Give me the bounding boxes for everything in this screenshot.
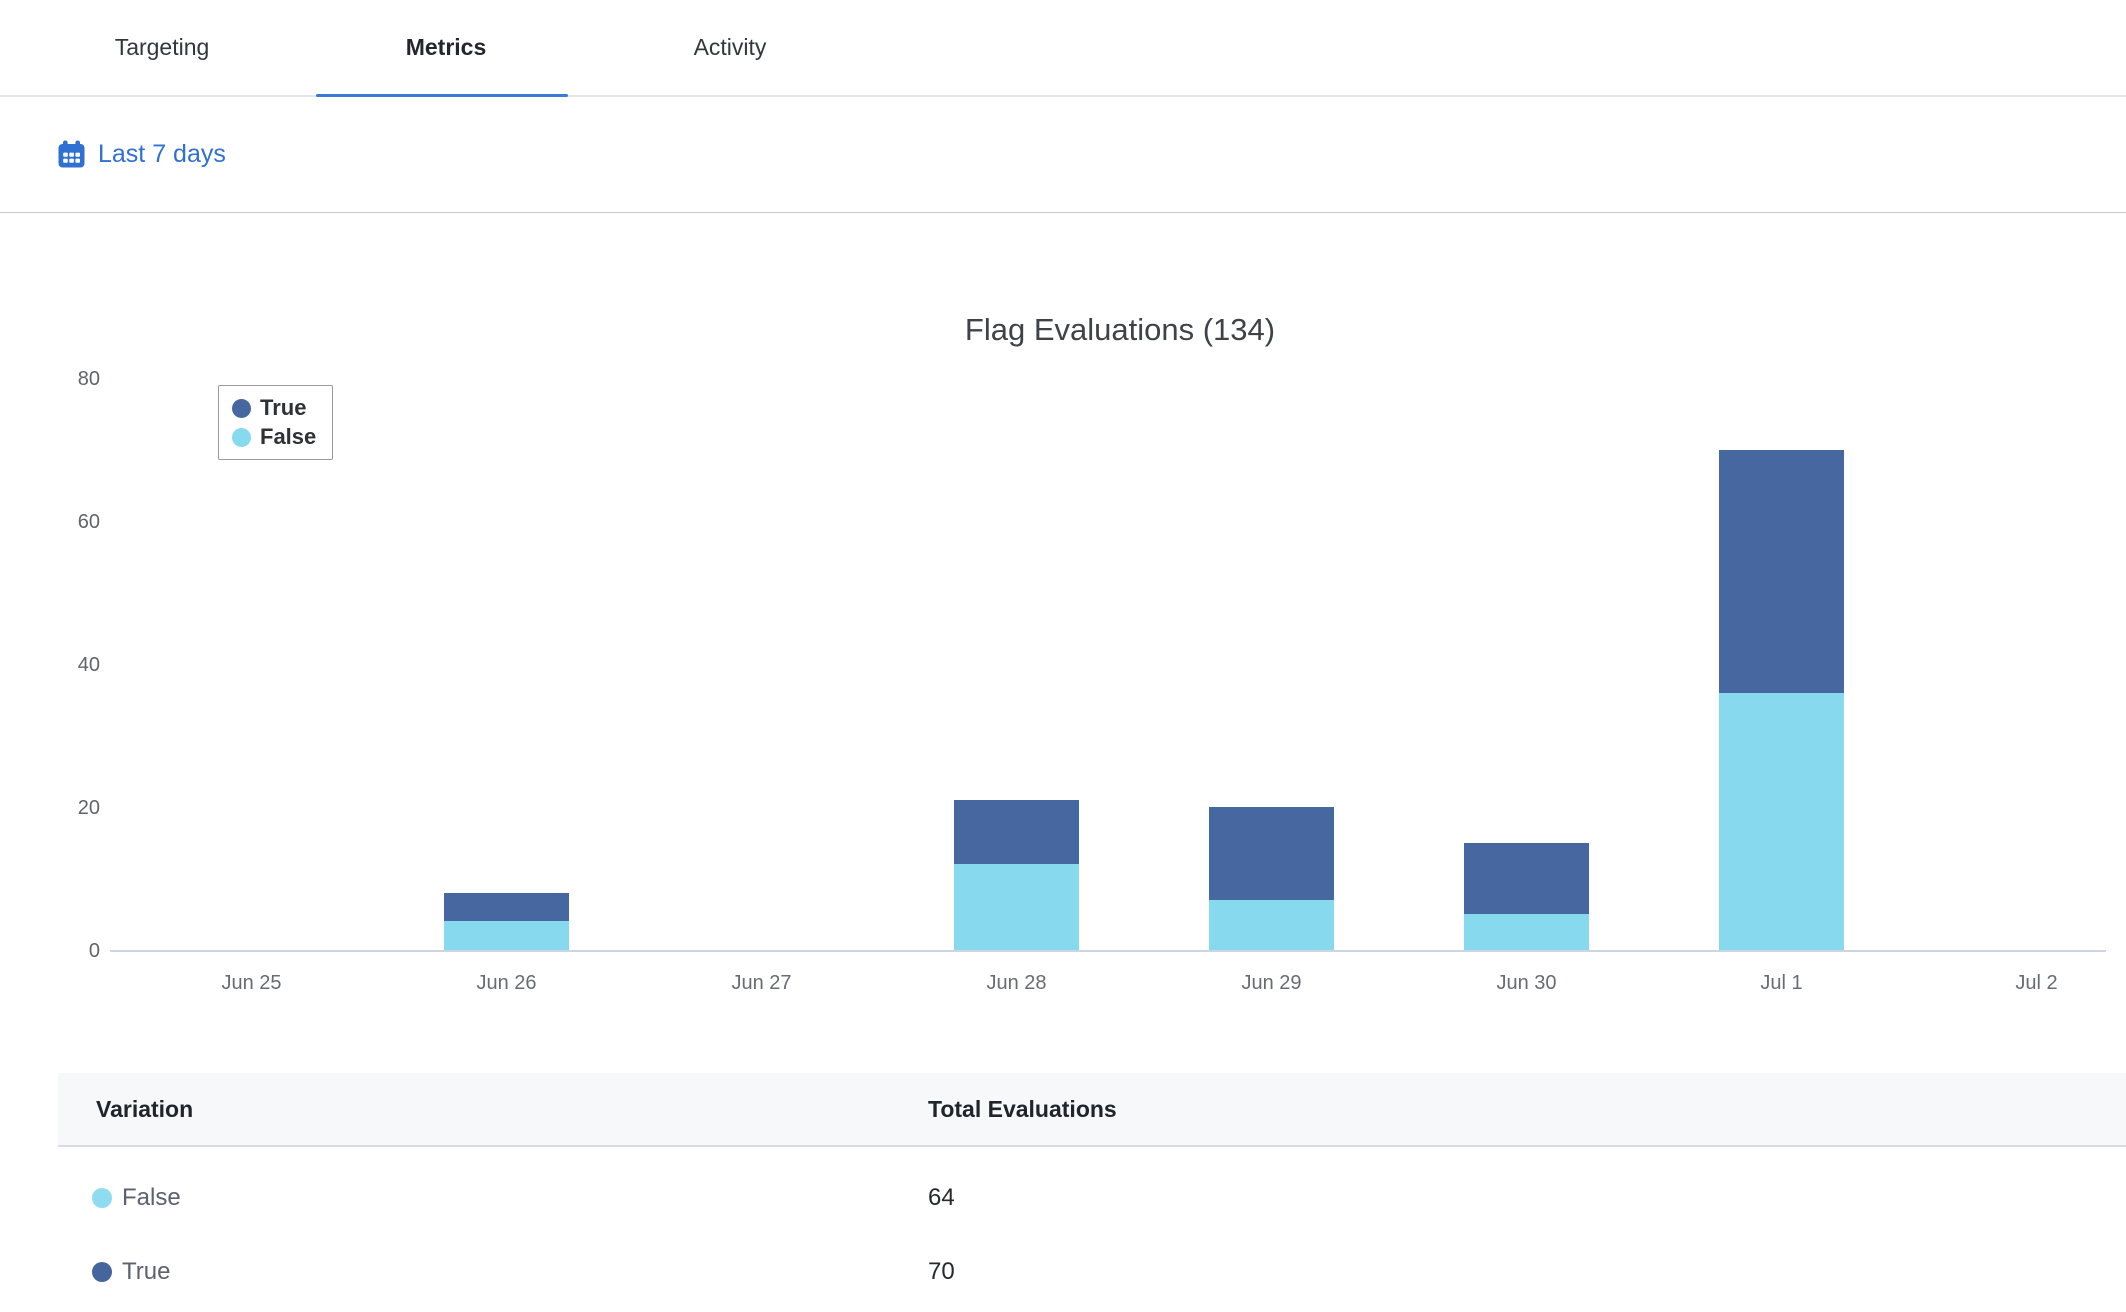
chart-title: Flag Evaluations (134)	[880, 312, 1360, 348]
false-series-dot	[232, 428, 251, 447]
date-range-label: Last 7 days	[98, 140, 226, 169]
flag-evaluations-chart: Flag Evaluations (134) 0 20 40 60 80 Jun 25 J…	[0, 213, 2126, 1073]
x-tick-jun-30: Jun 30	[1447, 971, 1607, 995]
bar-jun-29-true	[1209, 807, 1334, 900]
x-tick-jun-26: Jun 26	[427, 971, 587, 995]
flag-metrics-page: Targeting Metrics Activity	[0, 0, 2126, 1312]
y-tick-40: 40	[30, 653, 100, 677]
y-tick-20: 20	[30, 796, 100, 820]
table-body: False 64 True 70	[58, 1147, 2126, 1309]
table-row-true: True 70	[58, 1235, 2126, 1309]
bar-jun-26-true	[444, 893, 569, 922]
bar-jun-30-true	[1464, 843, 1589, 915]
x-tick-jul-1: Jul 1	[1702, 971, 1862, 995]
tab-activity[interactable]: Activity	[588, 0, 872, 95]
tab-metrics[interactable]: Metrics	[304, 0, 588, 95]
bar-jul-1-false	[1719, 693, 1844, 950]
column-header-total-evaluations: Total Evaluations	[928, 1073, 1117, 1145]
x-axis-line	[110, 950, 2106, 952]
calendar-icon	[57, 140, 86, 169]
table-header-row: Variation Total Evaluations	[58, 1073, 2126, 1147]
total-evaluations-value: 70	[928, 1235, 955, 1309]
date-range-button[interactable]: Last 7 days	[57, 97, 226, 212]
bar-jun-30-false	[1464, 914, 1589, 950]
x-tick-jun-27: Jun 27	[682, 971, 842, 995]
column-header-variation: Variation	[96, 1073, 193, 1145]
x-tick-jul-2: Jul 2	[1957, 971, 2117, 995]
legend-label: False	[260, 424, 316, 450]
x-tick-jun-28: Jun 28	[937, 971, 1097, 995]
variation-table: Variation Total Evaluations False 64 Tru…	[58, 1073, 2126, 1309]
bar-jun-28-true	[954, 800, 1079, 864]
bar-jun-28-false	[954, 864, 1079, 950]
bar-jul-1-true	[1719, 450, 1844, 693]
variation-label: True	[122, 1258, 170, 1286]
table-row-false: False 64	[58, 1161, 2126, 1235]
y-tick-0: 0	[30, 939, 100, 963]
total-evaluations-value: 64	[928, 1161, 955, 1235]
date-range-row: Last 7 days	[0, 97, 2126, 213]
chart-legend: True False	[218, 385, 333, 460]
legend-item-true[interactable]: True	[232, 395, 316, 421]
tab-metrics-label: Metrics	[406, 34, 487, 61]
y-tick-80: 80	[30, 367, 100, 391]
x-tick-jun-25: Jun 25	[172, 971, 332, 995]
legend-item-false[interactable]: False	[232, 424, 316, 450]
tab-bar: Targeting Metrics Activity	[0, 0, 2126, 97]
bar-jun-26-false	[444, 921, 569, 950]
legend-label: True	[260, 395, 306, 421]
false-variation-dot	[92, 1188, 112, 1208]
bar-jun-29-false	[1209, 900, 1334, 950]
true-series-dot	[232, 399, 251, 418]
tab-targeting[interactable]: Targeting	[20, 0, 304, 95]
x-tick-jun-29: Jun 29	[1192, 971, 1352, 995]
true-variation-dot	[92, 1262, 112, 1282]
y-tick-60: 60	[30, 510, 100, 534]
variation-label: False	[122, 1184, 181, 1212]
